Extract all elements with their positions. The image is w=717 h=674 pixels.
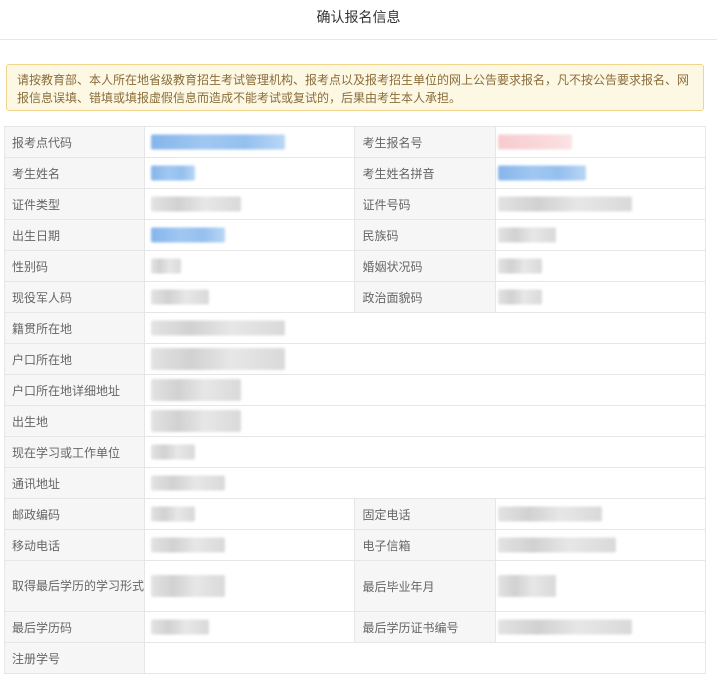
table-row: 报考点代码 考生报名号	[3, 126, 707, 158]
table-row: 注册学号	[3, 642, 706, 674]
degree-cert-no-value	[494, 611, 707, 643]
id-type-value	[144, 188, 356, 220]
birth-date-value	[144, 219, 356, 251]
name-pinyin-value	[494, 157, 707, 189]
last-degree-code-value	[144, 611, 356, 643]
table-row: 取得最后学历的学习形式 最后毕业年月	[3, 560, 707, 612]
name-label: 考生姓名	[3, 157, 146, 189]
table-row: 现在学习或工作单位	[3, 436, 706, 468]
native-place-label: 籍贯所在地	[3, 312, 146, 344]
table-row: 出生地	[3, 405, 706, 437]
mobile-label: 移动电话	[3, 529, 146, 561]
household-label: 户口所在地	[3, 343, 146, 375]
political-code-label: 政治面貌码	[354, 281, 496, 313]
ethnicity-code-label: 民族码	[354, 219, 496, 251]
grad-year-month-label: 最后毕业年月	[354, 560, 496, 612]
marital-code-value	[494, 250, 707, 282]
id-number-value	[494, 188, 707, 220]
military-code-value	[144, 281, 356, 313]
name-pinyin-label: 考生姓名拼音	[354, 157, 496, 189]
mailing-address-label: 通讯地址	[3, 467, 146, 499]
email-label: 电子信箱	[354, 529, 496, 561]
household-value	[144, 343, 706, 375]
mobile-value	[144, 529, 356, 561]
registration-no-label: 考生报名号	[354, 126, 496, 158]
birth-date-label: 出生日期	[3, 219, 146, 251]
current-unit-value	[144, 436, 706, 468]
table-row: 现役军人码 政治面貌码	[3, 281, 707, 313]
degree-study-form-value	[144, 560, 356, 612]
table-row: 通讯地址	[3, 467, 706, 499]
grad-year-month-value	[494, 560, 707, 612]
landline-label: 固定电话	[354, 498, 496, 530]
table-row: 证件类型 证件号码	[3, 188, 707, 220]
registration-info-table: 报考点代码 考生报名号 考生姓名 考生姓名拼音 证件类型 证件号码 出生日期 民…	[3, 126, 707, 674]
last-degree-code-label: 最后学历码	[3, 611, 146, 643]
table-row: 出生日期 民族码	[3, 219, 707, 251]
table-row: 户口所在地	[3, 343, 706, 375]
household-address-value	[144, 374, 706, 406]
table-row: 籍贯所在地	[3, 312, 706, 344]
email-value	[494, 529, 707, 561]
name-value	[144, 157, 356, 189]
gender-code-value	[144, 250, 356, 282]
ethnicity-code-value	[494, 219, 707, 251]
table-row: 邮政编码 固定电话	[3, 498, 707, 530]
mailing-address-value	[144, 467, 706, 499]
id-number-label: 证件号码	[354, 188, 496, 220]
table-row: 最后学历码 最后学历证书编号	[3, 611, 707, 643]
birthplace-value	[144, 405, 706, 437]
military-code-label: 现役军人码	[3, 281, 146, 313]
household-address-label: 户口所在地详细地址	[3, 374, 146, 406]
exam-site-code-value	[144, 126, 356, 158]
gender-code-label: 性别码	[3, 250, 146, 282]
registration-no-value	[494, 126, 707, 158]
student-reg-no-value	[144, 642, 706, 674]
birthplace-label: 出生地	[3, 405, 146, 437]
current-unit-label: 现在学习或工作单位	[3, 436, 146, 468]
table-row: 考生姓名 考生姓名拼音	[3, 157, 707, 189]
page-title: 确认报名信息	[0, 0, 717, 40]
notice-banner: 请按教育部、本人所在地省级教育招生考试管理机构、报考点以及报考招生单位的网上公告…	[6, 64, 704, 111]
political-code-value	[494, 281, 707, 313]
student-reg-no-label: 注册学号	[3, 642, 146, 674]
degree-study-form-label: 取得最后学历的学习形式	[3, 560, 146, 612]
marital-code-label: 婚姻状况码	[354, 250, 496, 282]
id-type-label: 证件类型	[3, 188, 146, 220]
table-row: 移动电话 电子信箱	[3, 529, 707, 561]
postal-code-value	[144, 498, 356, 530]
table-row: 户口所在地详细地址	[3, 374, 706, 406]
degree-cert-no-label: 最后学历证书编号	[354, 611, 496, 643]
postal-code-label: 邮政编码	[3, 498, 146, 530]
exam-site-code-label: 报考点代码	[3, 126, 146, 158]
landline-value	[494, 498, 707, 530]
native-place-value	[144, 312, 706, 344]
table-row: 性别码 婚姻状况码	[3, 250, 707, 282]
